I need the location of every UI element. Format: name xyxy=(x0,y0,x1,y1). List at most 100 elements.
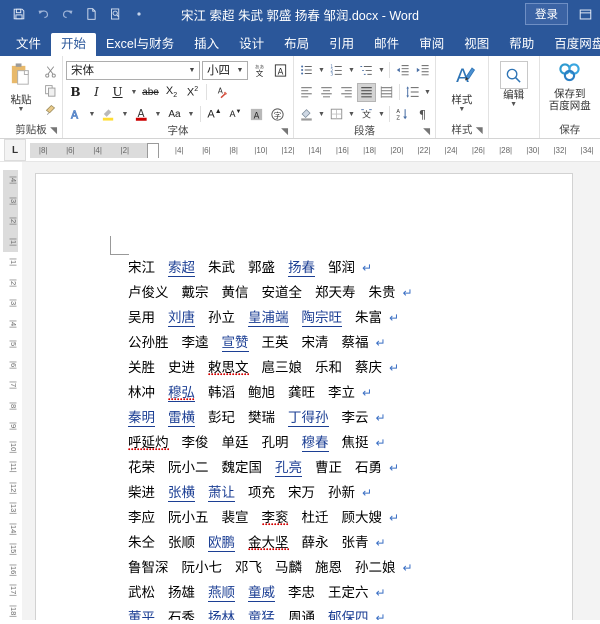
document-name-token[interactable]: 戴宗 xyxy=(182,285,209,301)
document-name-token[interactable]: 石秀 xyxy=(168,610,195,620)
document-line[interactable]: 卢俊义 戴宗 黄信 安道全 郑天寿 朱贵 ↵ xyxy=(128,281,544,306)
borders-dropdown-caret-icon[interactable]: ▼ xyxy=(347,105,356,124)
document-name-token[interactable]: 卢俊义 xyxy=(128,285,169,301)
tab-review[interactable]: 审阅 xyxy=(409,33,454,57)
ribbon-display-options-icon[interactable] xyxy=(574,3,596,25)
document-name-token[interactable]: 花荣 xyxy=(128,460,155,476)
underline-dropdown-caret-icon[interactable]: ▼ xyxy=(129,83,139,102)
document-name-token[interactable]: 金大坚 xyxy=(248,535,289,551)
save-to-baidu-netdisk-button[interactable]: 保存到 百度网盘 xyxy=(543,60,597,112)
document-scroll-area[interactable]: 宋江 索超 朱武 郭盛 扬春 邹润 ↵ 卢俊义 戴宗 黄信 安道全 郑天寿 朱贵 ↵ 吴用 刘唐 孙立 皇浦端 陶宗… xyxy=(22,162,600,620)
sort-icon[interactable]: AZ xyxy=(393,105,412,124)
document-name-token[interactable]: 周通 xyxy=(288,610,315,620)
document-name-token[interactable]: 穆春 xyxy=(301,435,329,452)
document-name-token[interactable]: 索超 xyxy=(168,260,195,277)
tab-stop-selector[interactable]: L xyxy=(4,139,26,161)
document-name-token[interactable]: 孙新 xyxy=(328,485,355,501)
document-name-token[interactable]: 扬雄 xyxy=(168,585,195,601)
tab-help[interactable]: 帮助 xyxy=(499,33,544,57)
new-document-icon[interactable] xyxy=(80,3,102,25)
align-right-icon[interactable] xyxy=(337,83,356,102)
document-name-token[interactable]: 朱仝 xyxy=(128,535,155,551)
document-name-token[interactable]: 扬林 xyxy=(208,610,235,620)
document-name-token[interactable]: 安道全 xyxy=(262,285,303,301)
tab-insert[interactable]: 插入 xyxy=(184,33,229,57)
document-name-token[interactable]: 呼延灼 xyxy=(128,435,169,451)
horizontal-ruler[interactable]: |8||6||4||2||2||4||6||8||10||12||14||16|… xyxy=(30,142,600,158)
document-line[interactable]: 朱仝 张顺 欧鹏 金大坚 薛永 张青 ↵ xyxy=(128,531,544,556)
document-name-token[interactable]: 史进 xyxy=(168,360,195,376)
character-border-icon[interactable]: A xyxy=(271,61,290,80)
document-name-token[interactable]: 李忠 xyxy=(288,585,315,601)
align-left-icon[interactable] xyxy=(297,83,316,102)
multilevel-dropdown-caret-icon[interactable]: ▼ xyxy=(377,61,386,80)
tab-layout[interactable]: 布局 xyxy=(274,33,319,57)
document-line[interactable]: 吴用 刘唐 孙立 皇浦端 陶宗旺 朱富 ↵ xyxy=(128,306,544,331)
document-line[interactable]: 鲁智深 阮小七 邓飞 马麟 施恩 孙二娘 ↵ xyxy=(128,556,544,581)
clear-formatting-icon[interactable]: A xyxy=(211,83,230,102)
document-name-token[interactable]: 秦明 xyxy=(128,410,155,427)
save-icon[interactable] xyxy=(8,3,30,25)
document-name-token[interactable]: 李逵 xyxy=(182,335,209,351)
document-name-token[interactable]: 蔡庆 xyxy=(355,360,382,376)
document-name-token[interactable]: 黄信 xyxy=(222,285,249,301)
borders-icon[interactable] xyxy=(327,105,346,124)
document-line[interactable]: 李应 阮小五 裴宣 李衮 杜迁 顾大嫂 ↵ xyxy=(128,506,544,531)
document-name-token[interactable]: 张顺 xyxy=(168,535,195,551)
document-name-token[interactable]: 敕思文 xyxy=(208,360,249,376)
document-name-token[interactable]: 公孙胜 xyxy=(128,335,169,351)
document-name-token[interactable]: 吴用 xyxy=(128,310,155,326)
line-spacing-dropdown-caret-icon[interactable]: ▼ xyxy=(423,83,432,102)
document-name-token[interactable]: 郭盛 xyxy=(248,260,275,276)
document-line[interactable]: 关胜 史进 敕思文 扈三娘 乐和 蔡庆 ↵ xyxy=(128,356,544,381)
font-color-dropdown-caret-icon[interactable]: ▼ xyxy=(153,105,163,124)
editing-dropdown-caret-icon[interactable]: ▼ xyxy=(510,101,517,108)
document-name-token[interactable]: 董平 xyxy=(128,610,155,620)
document-name-token[interactable]: 裴宣 xyxy=(222,510,249,526)
text-effects-dropdown-caret-icon[interactable]: ▼ xyxy=(87,105,97,124)
print-preview-icon[interactable] xyxy=(104,3,126,25)
customize-qat-icon[interactable] xyxy=(128,3,150,25)
cut-icon[interactable] xyxy=(41,63,59,80)
document-name-token[interactable]: 韩滔 xyxy=(208,385,235,401)
document-name-token[interactable]: 童威 xyxy=(248,585,275,602)
justify-icon[interactable] xyxy=(357,82,376,102)
tab-excel-finance[interactable]: Excel与财务 xyxy=(96,33,184,57)
document-name-token[interactable]: 阮小二 xyxy=(168,460,209,476)
change-case-dropdown-caret-icon[interactable]: ▼ xyxy=(186,105,196,124)
text-effects-icon[interactable]: A xyxy=(66,105,85,124)
font-size-combo[interactable]: 小四 ▼ xyxy=(202,60,248,80)
document-name-token[interactable]: 朱富 xyxy=(355,310,382,326)
document-line[interactable]: 柴进 张横 萧让 项充 宋万 孙新 ↵ xyxy=(128,481,544,506)
document-line[interactable]: 武松 扬雄 燕顺 童威 李忠 王定六 ↵ xyxy=(128,581,544,606)
redo-icon[interactable] xyxy=(56,3,78,25)
document-name-token[interactable]: 焦挺 xyxy=(342,435,369,451)
document-name-token[interactable]: 龚旺 xyxy=(288,385,315,401)
document-name-token[interactable]: 孔亮 xyxy=(275,460,302,477)
document-page[interactable]: 宋江 索超 朱武 郭盛 扬春 邹润 ↵ 卢俊义 戴宗 黄信 安道全 郑天寿 朱贵 ↵ 吴用 刘唐 孙立 皇浦端 陶宗… xyxy=(36,174,572,620)
document-name-token[interactable]: 张横 xyxy=(168,485,195,502)
tab-references[interactable]: 引用 xyxy=(319,33,364,57)
document-line[interactable]: 呼延灼 李俊 单廷 孔明 穆春 焦挺 ↵ xyxy=(128,431,544,456)
document-line[interactable]: 林冲 穆弘 韩滔 鲍旭 龚旺 李立 ↵ xyxy=(128,381,544,406)
styles-dropdown-caret-icon[interactable]: ▼ xyxy=(458,106,465,113)
strikethrough-icon[interactable]: abe xyxy=(141,83,160,102)
asian-layout-dropdown-caret-icon[interactable]: ▼ xyxy=(377,105,386,124)
document-name-token[interactable]: 郁保四 xyxy=(328,610,369,620)
font-dialog-launcher-icon[interactable]: ◥ xyxy=(281,124,288,139)
document-name-token[interactable]: 薛永 xyxy=(302,535,329,551)
document-name-token[interactable]: 李云 xyxy=(342,410,369,426)
styles-button[interactable]: A 样式 ▼ xyxy=(439,60,485,113)
document-name-token[interactable]: 柴进 xyxy=(128,485,155,501)
tab-home[interactable]: 开始 xyxy=(51,32,97,56)
document-name-token[interactable]: 关胜 xyxy=(128,360,155,376)
document-name-token[interactable]: 鲍旭 xyxy=(248,385,275,401)
decrease-indent-icon[interactable] xyxy=(393,61,412,80)
text-highlight-dropdown-caret-icon[interactable]: ▼ xyxy=(120,105,130,124)
document-name-token[interactable]: 宋江 xyxy=(128,260,155,276)
document-name-token[interactable]: 朱贵 xyxy=(369,285,396,301)
document-name-token[interactable]: 邹润 xyxy=(328,260,355,276)
font-color-icon[interactable]: A xyxy=(132,105,151,124)
format-painter-icon[interactable] xyxy=(41,101,59,118)
bold-icon[interactable]: B xyxy=(66,83,85,102)
